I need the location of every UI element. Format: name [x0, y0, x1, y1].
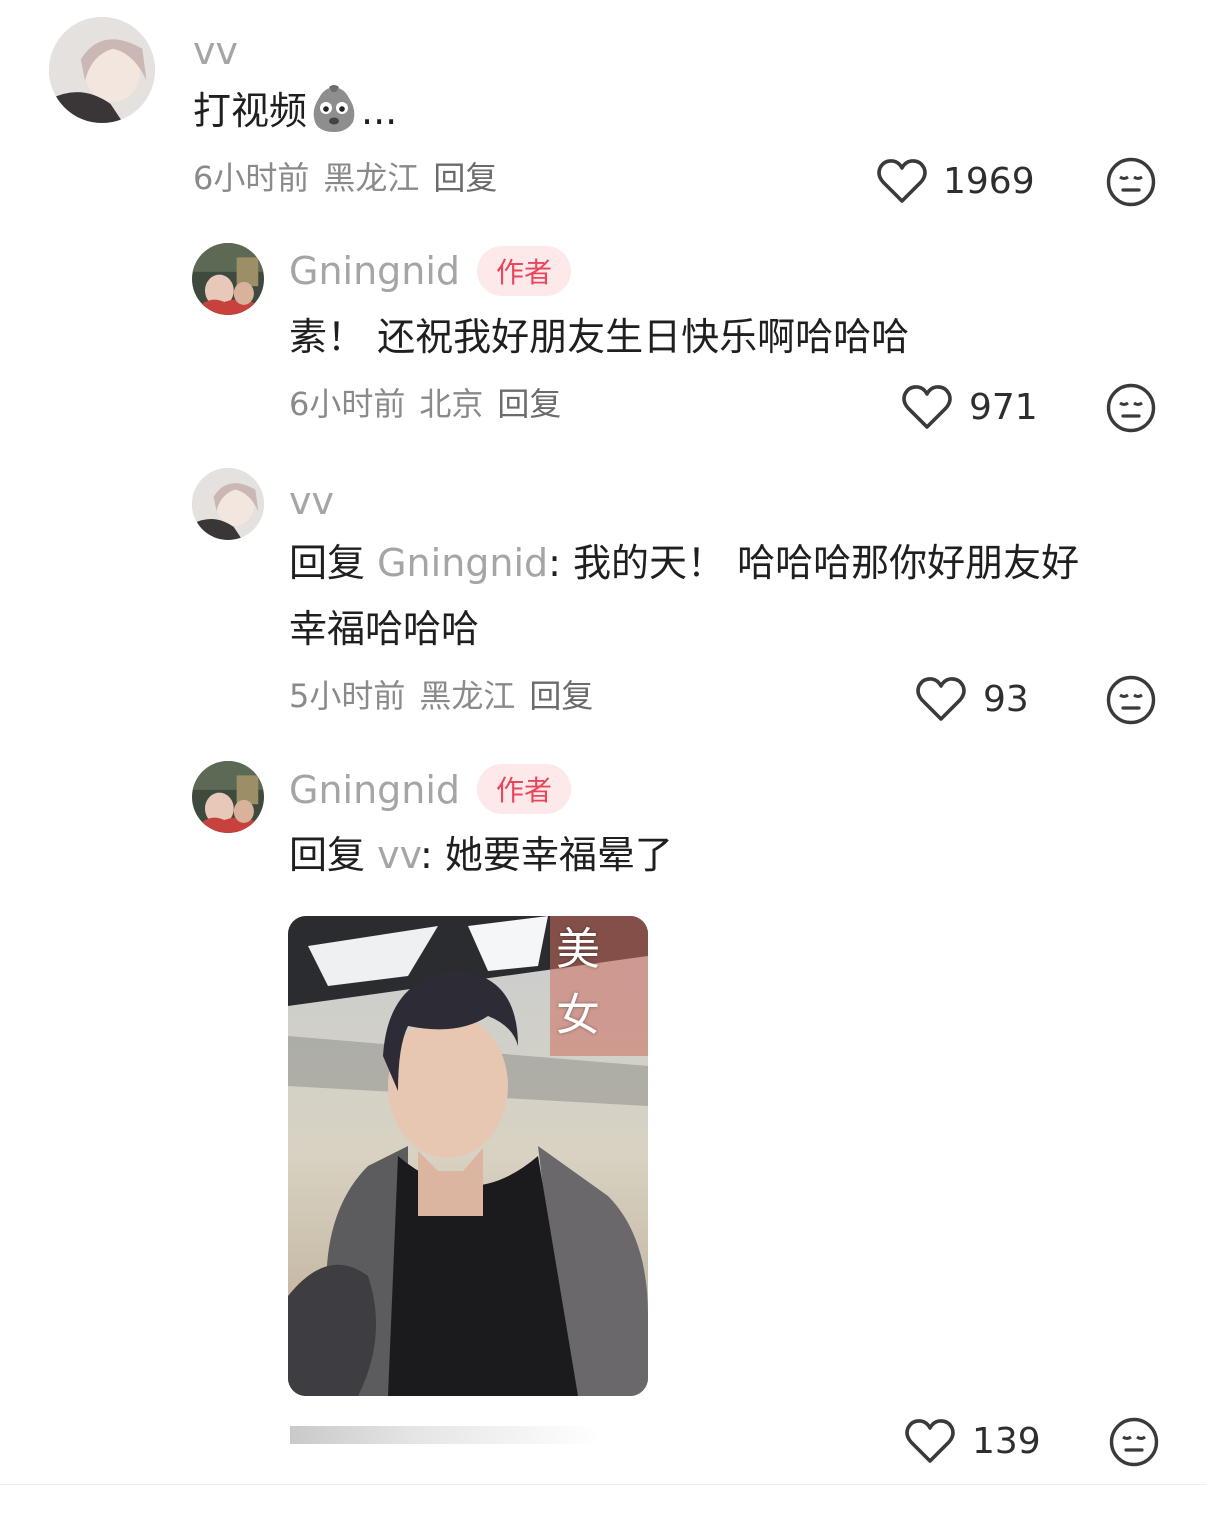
reply-button[interactable]: 回复 — [497, 385, 561, 423]
reply-author[interactable]: vv — [289, 482, 334, 520]
neutral-face-icon[interactable] — [1106, 675, 1156, 725]
heart-outline-icon[interactable] — [904, 1417, 956, 1465]
comment-author[interactable]: vv — [193, 32, 238, 70]
mention-link[interactable]: Gningnid — [377, 541, 548, 585]
reply-text: 回复 Gningnid: 我的天！ 哈哈哈那你好朋友好 — [289, 530, 1079, 596]
sad-face-emoji-icon — [309, 84, 359, 134]
reply-time: 6小时前 — [289, 385, 406, 423]
neutral-face-icon[interactable] — [1106, 157, 1156, 207]
overlay-char-1: 美 — [556, 924, 600, 975]
avatar[interactable] — [192, 468, 264, 540]
heart-outline-icon[interactable] — [876, 157, 928, 205]
mention-link[interactable]: vv — [377, 833, 420, 877]
heart-outline-icon[interactable] — [901, 383, 953, 431]
reply-button[interactable]: 回复 — [529, 677, 593, 715]
avatar[interactable] — [49, 17, 155, 123]
heart-outline-icon[interactable] — [915, 675, 967, 723]
reply-button[interactable]: 回复 — [433, 159, 497, 197]
divider — [0, 1484, 1206, 1485]
neutral-face-icon[interactable] — [1109, 1417, 1159, 1467]
like-count: 1969 — [943, 161, 1035, 202]
reply-prefix: 回复 — [289, 541, 366, 585]
loading-placeholder — [290, 1426, 600, 1444]
avatar[interactable] — [192, 243, 264, 315]
reply-text-line2: 幸福哈哈哈 — [289, 607, 480, 651]
reply-author[interactable]: Gningnid — [289, 252, 460, 290]
reply-text: 回复 vv: 她要幸福晕了 — [289, 822, 673, 888]
reply-prefix: 回复 — [289, 833, 366, 877]
comment-location: 黑龙江 — [323, 159, 420, 197]
author-badge: 作者 — [477, 764, 571, 814]
overlay-char-2: 女 — [556, 990, 600, 1041]
reply-meta: 6小时前 北京 回复 — [289, 388, 561, 420]
avatar[interactable] — [192, 761, 264, 833]
reply-text-content: : 我的天！ 哈哈哈那你好朋友好 — [548, 541, 1080, 585]
author-badge: 作者 — [477, 246, 571, 296]
photo-overlay-label: 美 女 — [550, 916, 648, 1056]
reply-text-content: : 她要幸福晕了 — [420, 833, 673, 877]
reply-location: 黑龙江 — [419, 677, 516, 715]
like-count: 139 — [972, 1421, 1041, 1462]
comment-time: 6小时前 — [193, 159, 310, 197]
like-count: 93 — [983, 679, 1029, 720]
reply-time: 5小时前 — [289, 677, 406, 715]
reply-meta: 5小时前 黑龙江 回复 — [289, 680, 593, 712]
comment-text: 打视频 ... — [193, 78, 397, 144]
reply-author[interactable]: Gningnid — [289, 771, 460, 809]
comment-meta: 6小时前 黑龙江 回复 — [193, 162, 497, 194]
reply-location: 北京 — [419, 385, 484, 423]
comment-text-content: 打视频 — [193, 89, 308, 133]
comment-text-suffix: ... — [361, 89, 398, 133]
reply-image[interactable]: 美 女 — [288, 916, 648, 1396]
neutral-face-icon[interactable] — [1106, 383, 1156, 433]
like-count: 971 — [969, 387, 1038, 428]
reply-text: 素！ 还祝我好朋友生日快乐啊哈哈哈 — [289, 315, 910, 359]
